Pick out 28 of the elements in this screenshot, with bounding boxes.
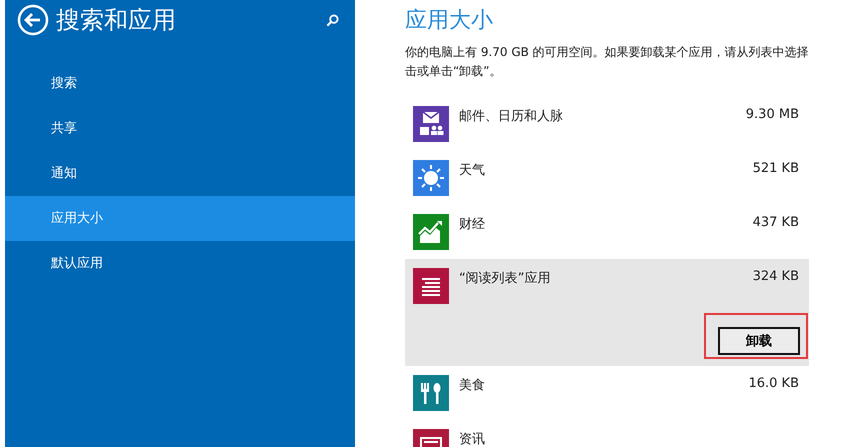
page-title: 应用大小 bbox=[405, 7, 494, 35]
app-name: 财经 bbox=[459, 216, 486, 233]
app-name: 邮件、日历和人脉 bbox=[459, 108, 564, 125]
menu-item[interactable]: 共享 bbox=[5, 106, 355, 151]
description-text: 你的电脑上有 9.70 GB 的可用空间。如果要卸载某个应用，请从列表中选择 bbox=[405, 44, 810, 61]
app-size: 437 KB bbox=[752, 215, 799, 230]
app-name: “阅读列表”应用 bbox=[459, 270, 552, 287]
app-name: 美食 bbox=[459, 377, 486, 394]
app-name: 天气 bbox=[459, 162, 486, 179]
app-size: 324 KB bbox=[752, 269, 799, 284]
search-icon[interactable] bbox=[326, 14, 339, 26]
menu-item[interactable]: 应用大小 bbox=[5, 196, 355, 241]
panel-title: 搜索和应用 bbox=[56, 5, 177, 36]
menu-item[interactable]: 通知 bbox=[5, 151, 355, 196]
app-row[interactable]: 天气 521 KB bbox=[405, 151, 809, 205]
menu-item[interactable]: 搜索 bbox=[5, 61, 355, 106]
app-size: 16.0 KB bbox=[748, 376, 799, 391]
selected-app-row[interactable]: “阅读列表”应用 324 KB 卸载 bbox=[405, 259, 809, 366]
app-row[interactable]: 财经 437 KB bbox=[405, 205, 809, 259]
app-row[interactable]: 资讯 bbox=[405, 420, 809, 447]
description-text: 击或单击“卸载”。 bbox=[405, 63, 502, 80]
app-name: 资讯 bbox=[459, 431, 486, 447]
app-size: 9.30 MB bbox=[746, 107, 799, 122]
app-row[interactable]: 邮件、日历和人脉 9.30 MB bbox=[405, 97, 809, 151]
menu-item[interactable]: 默认应用 bbox=[5, 241, 355, 286]
uninstall-button[interactable]: 卸载 bbox=[718, 327, 800, 355]
app-size: 521 KB bbox=[752, 161, 799, 176]
app-row[interactable]: 美食 16.0 KB bbox=[405, 366, 809, 420]
